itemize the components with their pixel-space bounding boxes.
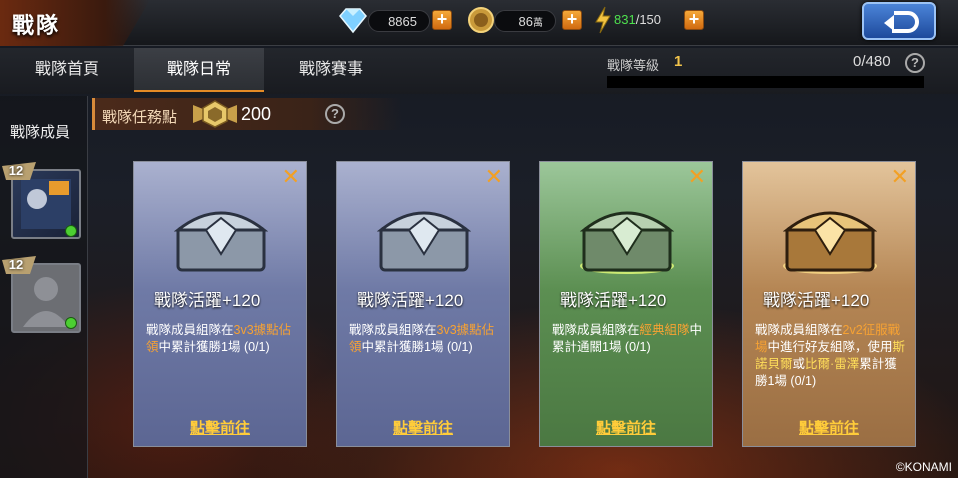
member-avatar xyxy=(21,179,71,229)
energy-counter: 831/150 xyxy=(614,12,661,27)
mission-point-icon xyxy=(193,100,237,128)
character-highlight: 比爾·雷澤 xyxy=(805,357,860,371)
members-title: 戰隊成員 xyxy=(10,124,71,141)
coin-value-wrap: 86萬 xyxy=(519,14,543,29)
go-link[interactable]: 點擊前往 xyxy=(540,417,712,438)
coin-counter: 86萬 xyxy=(494,10,556,32)
close-icon[interactable]: ✕ xyxy=(485,164,503,190)
points-help-icon[interactable]: ? xyxy=(325,104,345,124)
add-coin-button[interactable]: + xyxy=(562,10,582,30)
add-diamond-button[interactable]: + xyxy=(432,10,452,30)
copyright: ©KONAMI xyxy=(895,460,952,474)
title-plate: 戰隊 xyxy=(0,0,150,46)
page-title: 戰隊 xyxy=(12,13,61,38)
team-level-value: 1 xyxy=(674,53,683,70)
coin-icon xyxy=(468,7,494,33)
mission-card-1: ✕ 戰隊活躍+120 戰隊成員組隊在3v3據點佔領中累計獲勝1場 (0/1) 點… xyxy=(133,161,307,447)
tab-events[interactable]: 戰隊賽事 xyxy=(266,48,396,92)
tab-daily[interactable]: 戰隊日常 xyxy=(134,48,264,92)
desc-text: 中累計獲勝1場 (0/1) xyxy=(361,340,473,354)
empty-avatar-icon xyxy=(23,277,69,327)
top-bar: 戰隊 8865 + 86萬 + 831/150 + xyxy=(0,0,958,46)
close-icon[interactable]: ✕ xyxy=(688,164,706,190)
back-arrow-icon xyxy=(884,11,919,33)
chest-icon xyxy=(377,211,471,272)
diamond-icon xyxy=(339,8,367,34)
activity-reward: 戰隊活躍+120 xyxy=(154,291,261,310)
mode-highlight: 經典組隊 xyxy=(639,323,690,337)
mission-card-4: ✕ 戰隊活躍+120 戰隊成員組隊在2v2征服戰場中進行好友組隊，使用斯諾貝爾或… xyxy=(742,161,916,447)
desc-text: 中累計獲勝1場 (0/1) xyxy=(158,340,270,354)
tab-home[interactable]: 戰隊首頁 xyxy=(2,48,132,92)
online-dot xyxy=(65,225,77,237)
mission-points-value: 200 xyxy=(241,104,272,124)
coin-value: 86 xyxy=(518,14,533,29)
desc-text: 或 xyxy=(792,357,806,371)
team-level-label: 戰隊等級 xyxy=(607,58,660,73)
desc-text: 戰隊成員組隊在 xyxy=(755,323,843,337)
mission-points-label: 戰隊任務點 xyxy=(102,109,178,126)
desc-text: 中進行好友組隊，使用 xyxy=(767,340,893,354)
mission-description: 戰隊成員組隊在3v3據點佔領中累計獲勝1場 (0/1) xyxy=(349,322,503,356)
energy-max: /150 xyxy=(635,12,662,27)
go-link[interactable]: 點擊前往 xyxy=(134,417,306,438)
close-icon[interactable]: ✕ xyxy=(891,164,909,190)
mission-description: 戰隊成員組隊在3v3據點佔領中累計獲勝1場 (0/1) xyxy=(146,322,300,356)
activity-reward: 戰隊活躍+120 xyxy=(560,291,667,310)
back-button[interactable] xyxy=(862,2,936,40)
add-energy-button[interactable]: + xyxy=(684,10,704,30)
mission-card-3: ✕ 戰隊活躍+120 戰隊成員組隊在經典組隊中累計通關1場 (0/1) 點擊前往 xyxy=(539,161,713,447)
desc-text: 戰隊成員組隊在 xyxy=(552,323,640,337)
chest-icon xyxy=(580,211,674,274)
team-xp-value: 0/480 xyxy=(853,53,891,70)
energy-current: 831 xyxy=(614,12,636,27)
level-help-icon[interactable]: ? xyxy=(905,53,925,73)
activity-reward: 戰隊活躍+120 xyxy=(357,291,464,310)
go-link[interactable]: 點擊前往 xyxy=(337,417,509,438)
lightning-icon xyxy=(595,6,611,34)
mission-card-2: ✕ 戰隊活躍+120 戰隊成員組隊在3v3據點佔領中累計獲勝1場 (0/1) 點… xyxy=(336,161,510,447)
diamond-value: 8865 xyxy=(388,14,417,29)
chest-icon xyxy=(783,211,877,274)
diamond-counter: 8865 xyxy=(368,10,430,32)
go-link[interactable]: 點擊前往 xyxy=(743,417,915,438)
member-level-2: 12 xyxy=(8,257,24,272)
chest-icon xyxy=(174,211,268,272)
mission-description: 戰隊成員組隊在2v2征服戰場中進行好友組隊，使用斯諾貝爾或比爾·雷澤累計獲勝1場… xyxy=(755,322,909,390)
coin-unit: 萬 xyxy=(533,18,543,29)
close-icon[interactable]: ✕ xyxy=(282,164,300,190)
activity-reward: 戰隊活躍+120 xyxy=(763,291,870,310)
online-dot xyxy=(65,317,77,329)
desc-text: 戰隊成員組隊在 xyxy=(349,323,437,337)
xp-bar xyxy=(607,76,924,88)
desc-text: 戰隊成員組隊在 xyxy=(146,323,234,337)
mission-description: 戰隊成員組隊在經典組隊中累計通關1場 (0/1) xyxy=(552,322,706,356)
member-level-1: 12 xyxy=(8,163,24,178)
